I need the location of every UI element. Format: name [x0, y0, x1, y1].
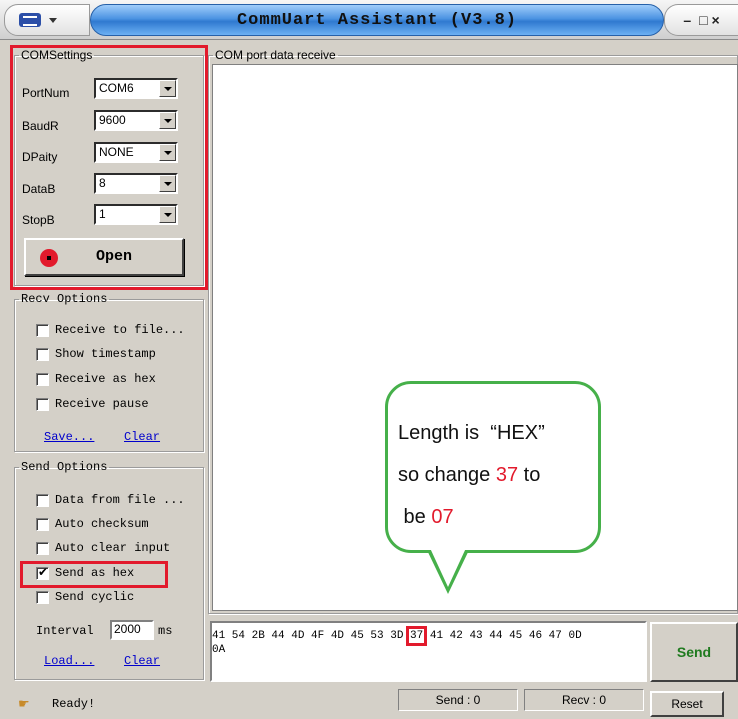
- title-bar: CommUart Assistant (V3.8) – □ ×: [0, 0, 738, 40]
- data-from-file-checkbox[interactable]: Data from file ...: [36, 493, 185, 507]
- checkbox-box[interactable]: [36, 493, 49, 507]
- send-options-legend: Send Options: [21, 460, 108, 474]
- app-icon: [19, 13, 41, 27]
- system-menu-button[interactable]: [4, 4, 90, 36]
- receive-legend: COM port data receive: [215, 48, 336, 62]
- callout-tail-fill: [430, 548, 466, 587]
- close-icon[interactable]: □ ×: [699, 12, 720, 28]
- callout-line-1: Length is “HEX”: [398, 422, 545, 444]
- checkbox-label: Receive as hex: [55, 372, 156, 386]
- send-data-input[interactable]: 41 54 2B 44 4D 4F 4D 45 53 3D 37 41 42 4…: [210, 621, 647, 682]
- checkbox-label: Receive pause: [55, 397, 149, 411]
- com-settings-highlight: [10, 45, 208, 290]
- reset-button[interactable]: Reset: [650, 691, 724, 717]
- window-title: CommUart Assistant (V3.8): [236, 10, 518, 30]
- send-counter: Send : 0: [398, 689, 518, 711]
- recv-counter: Recv : 0: [524, 689, 644, 711]
- callout-line-3: be 07: [398, 506, 454, 528]
- highlighted-byte: 37: [405, 626, 428, 646]
- send-clear-link[interactable]: Clear: [124, 654, 160, 668]
- receive-to-file-checkbox[interactable]: Receive to file...: [36, 323, 185, 337]
- send-cyclic-checkbox[interactable]: Send cyclic: [36, 590, 134, 604]
- checkbox-box[interactable]: [36, 590, 49, 604]
- checkbox-label: Show timestamp: [55, 347, 156, 361]
- send-data-line-2: 0A: [212, 644, 226, 656]
- auto-checksum-checkbox[interactable]: Auto checksum: [36, 517, 149, 531]
- annotation-callout: Length is “HEX” so change 37 to be 07: [385, 381, 601, 553]
- checkbox-label: Auto checksum: [55, 517, 149, 531]
- send-data-line-1: 41 54 2B 44 4D 4F 4D 45 53 3D 37 41 42 4…: [212, 626, 582, 646]
- checkbox-box[interactable]: [36, 347, 49, 361]
- checkbox-label: Send cyclic: [55, 590, 135, 604]
- checkbox-box[interactable]: [36, 517, 49, 531]
- send-count-text: Send : 0: [435, 693, 481, 707]
- status-hand-icon: ☛: [18, 697, 30, 712]
- interval-label: Interval: [36, 624, 94, 638]
- checkbox-label: Data from file ...: [55, 493, 185, 507]
- recv-count-text: Recv : 0: [561, 693, 606, 707]
- auto-clear-input-checkbox[interactable]: Auto clear input: [36, 541, 170, 555]
- load-link[interactable]: Load...: [44, 654, 94, 668]
- receive-as-hex-checkbox[interactable]: Receive as hex: [36, 372, 156, 386]
- recv-clear-link[interactable]: Clear: [124, 430, 160, 444]
- checkbox-box[interactable]: [36, 541, 49, 555]
- show-timestamp-checkbox[interactable]: Show timestamp: [36, 347, 156, 361]
- interval-unit: ms: [158, 624, 173, 638]
- save-link[interactable]: Save...: [44, 430, 94, 444]
- checkbox-label: Receive to file...: [55, 323, 185, 337]
- window-controls[interactable]: – □ ×: [664, 4, 738, 36]
- status-text: Ready!: [52, 697, 96, 711]
- checkbox-box[interactable]: [36, 397, 49, 411]
- checkbox-label: Auto clear input: [55, 541, 171, 555]
- callout-line-2: so change 37 to: [398, 464, 541, 486]
- status-bar: ☛ Ready! Send : 0 Recv : 0 Reset: [0, 687, 738, 719]
- interval-input[interactable]: 2000: [110, 620, 154, 640]
- receive-pause-checkbox[interactable]: Receive pause: [36, 397, 149, 411]
- interval-value: 2000: [114, 622, 141, 636]
- minimize-icon[interactable]: –: [683, 12, 691, 28]
- chevron-down-icon: [49, 18, 57, 23]
- window-title-bar: CommUart Assistant (V3.8): [90, 4, 664, 36]
- send-as-hex-highlight: [20, 561, 168, 588]
- checkbox-box[interactable]: [36, 372, 49, 386]
- send-button[interactable]: Send: [650, 622, 738, 682]
- recv-options-legend: Recv Options: [21, 292, 108, 306]
- checkbox-box[interactable]: [36, 323, 49, 337]
